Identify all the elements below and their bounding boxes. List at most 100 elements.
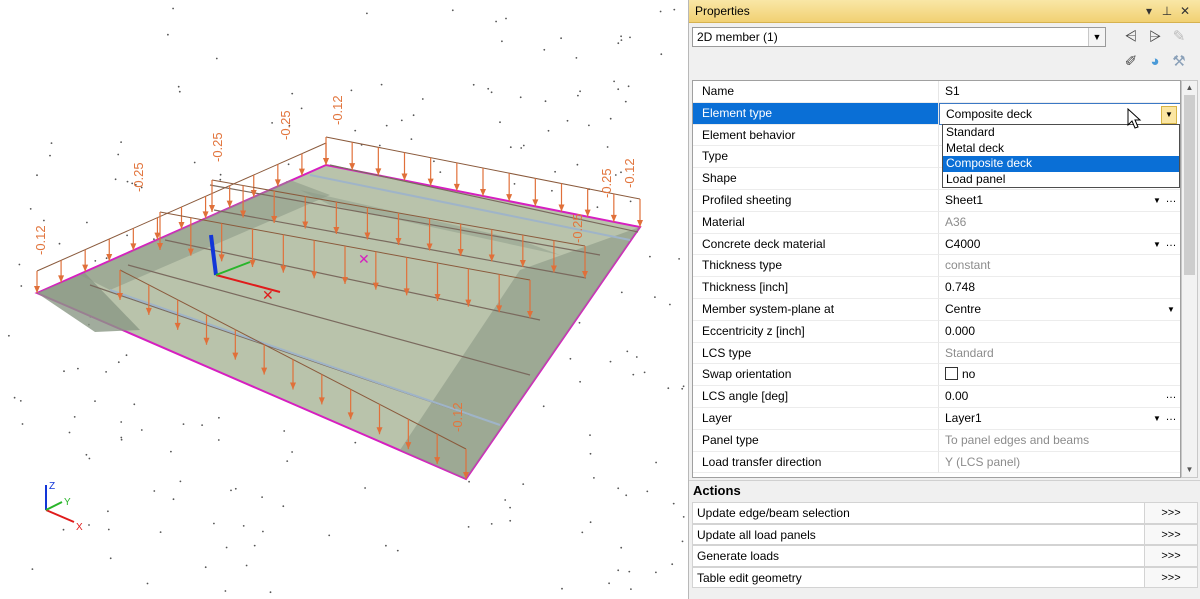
tools-icon[interactable]: ⚒ — [1169, 52, 1189, 72]
scroll-thumb[interactable] — [1184, 95, 1195, 275]
property-value[interactable]: constant — [939, 255, 1181, 277]
action-update-all-load-panels[interactable]: Update all load panels >>> — [692, 524, 1198, 546]
grid-dot — [261, 496, 263, 498]
pin-icon[interactable]: ⊥ — [1158, 4, 1176, 18]
element-type-option[interactable]: Standard — [943, 125, 1179, 141]
svg-text:Z: Z — [49, 481, 55, 492]
action-run-button[interactable]: >>> — [1144, 568, 1197, 588]
action-run-button[interactable]: >>> — [1144, 525, 1197, 545]
property-value[interactable]: Sheet1 ▼… — [939, 190, 1181, 212]
grid-dot — [491, 523, 493, 525]
property-value[interactable]: A36 — [939, 212, 1181, 234]
chevron-down-icon[interactable]: ▼ — [1088, 28, 1105, 46]
grid-dot — [63, 529, 65, 531]
grid-dot — [8, 335, 10, 337]
grid-dot — [433, 160, 435, 162]
action-run-button[interactable]: >>> — [1144, 546, 1197, 566]
grid-dot — [636, 356, 638, 358]
swap-orientation-checkbox[interactable] — [945, 367, 958, 380]
chevron-down-icon[interactable]: ▼ — [1150, 408, 1164, 429]
element-type-option[interactable]: Composite deck — [943, 156, 1179, 172]
grid-dot — [381, 84, 383, 86]
load-arrow — [349, 142, 355, 170]
property-value[interactable]: C4000 ▼… — [939, 234, 1181, 256]
load-label: -0.12 — [330, 95, 345, 125]
load-arrow — [454, 163, 460, 191]
grid-dot — [366, 13, 368, 15]
property-row-thickness-type[interactable]: Thickness type constant — [693, 255, 1181, 277]
property-row-eccentricity-z-inch[interactable]: Eccentricity z [inch] 0.000 — [693, 321, 1181, 343]
property-row-panel-type[interactable]: Panel type To panel edges and beams — [693, 430, 1181, 452]
model-canvas[interactable]: -0.12 -0.25 -0.25 -0.25 -0.12 -0.25 -0.12 -0.12… — [0, 0, 688, 599]
ellipsis-button[interactable]: … — [1164, 408, 1178, 427]
ellipsis-button[interactable]: … — [1164, 190, 1178, 209]
dropdown-icon[interactable]: ▾ — [1140, 4, 1158, 18]
property-row-member-system-plane-at[interactable]: Member system-plane at Centre ▼ — [693, 299, 1181, 321]
property-value[interactable]: Layer1 ▼… — [939, 408, 1181, 430]
global-axes-icon: Z Y X — [46, 481, 83, 533]
property-value[interactable]: 0.748 — [939, 277, 1181, 299]
filter-icon[interactable]: ⩥ — [1145, 27, 1165, 47]
property-value[interactable]: Y (LCS panel) — [939, 452, 1181, 474]
action-table-edit-geometry[interactable]: Table edit geometry >>> — [692, 567, 1198, 589]
chevron-down-icon[interactable]: ▼ — [1150, 190, 1164, 211]
property-row-layer[interactable]: Layer Layer1 ▼… — [693, 408, 1181, 430]
grid-dot — [617, 42, 619, 44]
property-value[interactable]: 0.00… — [939, 386, 1181, 408]
property-value[interactable]: Composite deck ▼ — [939, 103, 1181, 125]
property-row-thickness-inch[interactable]: Thickness [inch] 0.748 — [693, 277, 1181, 299]
property-row-lcs-type[interactable]: LCS type Standard — [693, 343, 1181, 365]
property-value[interactable]: To panel edges and beams — [939, 430, 1181, 452]
grid-dot — [630, 588, 632, 590]
edit-icon[interactable]: ✎ — [1169, 27, 1189, 47]
load-arrow — [375, 147, 381, 175]
load-arrow — [209, 180, 215, 212]
grid-dot — [673, 503, 675, 505]
close-icon[interactable]: ✕ — [1176, 4, 1194, 18]
ellipsis-button[interactable]: … — [1164, 234, 1178, 253]
action-generate-loads[interactable]: Generate loads >>> — [692, 545, 1198, 567]
chevron-down-icon[interactable]: ▼ — [1164, 299, 1178, 320]
property-row-swap-orientation[interactable]: Swap orientation no — [693, 364, 1181, 386]
action-update-edge-beam-selection[interactable]: Update edge/beam selection >>> — [692, 502, 1198, 524]
action-run-button[interactable]: >>> — [1144, 503, 1197, 523]
property-row-lcs-angle-deg[interactable]: LCS angle [deg] 0.00… — [693, 386, 1181, 408]
property-row-material[interactable]: Material A36 — [693, 212, 1181, 234]
scroll-down-icon[interactable]: ▼ — [1182, 463, 1197, 477]
ellipsis-button[interactable]: … — [1164, 386, 1178, 405]
property-name: Material — [693, 212, 939, 234]
model-viewport[interactable]: -0.12 -0.25 -0.25 -0.25 -0.12 -0.25 -0.12 -0.12… — [0, 0, 688, 599]
select-filter-icon[interactable]: ⩤ — [1121, 27, 1141, 47]
property-row-profiled-sheeting[interactable]: Profiled sheeting Sheet1 ▼… — [693, 190, 1181, 212]
property-value[interactable]: Standard — [939, 343, 1181, 365]
grid-dot — [59, 243, 61, 245]
property-value[interactable]: S1 — [939, 81, 1181, 103]
property-row-concrete-deck-material[interactable]: Concrete deck material C4000 ▼… — [693, 234, 1181, 256]
grid-dot — [620, 547, 622, 549]
grid-dot — [120, 141, 122, 143]
chevron-down-icon[interactable]: ▼ — [1161, 106, 1177, 124]
property-grid-scrollbar[interactable]: ▲ ▼ — [1181, 80, 1198, 478]
brush-icon[interactable]: ✐ — [1121, 52, 1141, 72]
chevron-down-icon[interactable]: ▼ — [1150, 234, 1164, 255]
load-arrow — [480, 168, 486, 196]
grid-dot — [560, 37, 562, 39]
property-row-name[interactable]: Name S1 — [693, 81, 1181, 103]
property-value[interactable]: no — [939, 364, 1181, 386]
element-type-option[interactable]: Load panel — [943, 172, 1179, 188]
property-row-element-type[interactable]: Element type Composite deck ▼ — [693, 103, 1181, 125]
grid-dot — [629, 37, 631, 39]
palette-icon[interactable]: ◕ — [1145, 52, 1165, 72]
grid-dot — [120, 421, 122, 423]
property-name: LCS type — [693, 343, 939, 365]
property-value[interactable]: Centre ▼ — [939, 299, 1181, 321]
property-row-load-transfer-direction[interactable]: Load transfer direction Y (LCS panel) — [693, 452, 1181, 474]
selection-combo[interactable]: 2D member (1) ▼ — [692, 27, 1106, 47]
element-type-option[interactable]: Metal deck — [943, 141, 1179, 157]
element-type-dropdown[interactable]: Standard Metal deck Composite deck Load pan… — [942, 124, 1180, 188]
property-value[interactable]: 0.000 — [939, 321, 1181, 343]
svg-text:✕: ✕ — [358, 251, 370, 267]
load-arrow — [275, 164, 281, 186]
scroll-up-icon[interactable]: ▲ — [1182, 81, 1197, 95]
load-label: -0.12 — [33, 225, 48, 255]
